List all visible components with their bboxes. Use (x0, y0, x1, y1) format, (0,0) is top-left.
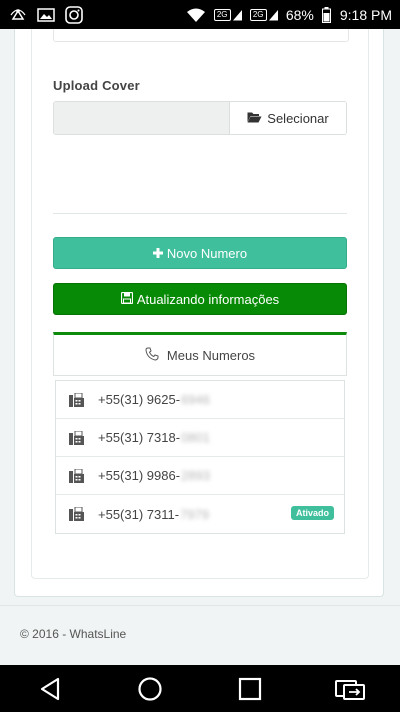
select-file-button[interactable]: Selecionar (229, 102, 346, 134)
number-list-item[interactable]: +55(31) 7311- 7979 Ativado (56, 495, 344, 533)
fax-icon (68, 392, 84, 408)
section-divider (53, 213, 347, 214)
clock: 9:18 PM (339, 6, 392, 23)
number-visible: +55(31) 7318- (98, 430, 181, 445)
number-hidden: 0801 (181, 430, 210, 445)
status-badge: Ativado (290, 506, 334, 520)
fax-icon (68, 430, 84, 446)
previous-input-field[interactable] (53, 29, 349, 42)
number-visible: +55(31) 7311- (98, 506, 180, 522)
battery-percent: 68% (285, 6, 314, 23)
fax-icon (68, 468, 84, 484)
signal-icon: 2G (249, 6, 278, 24)
wifi-icon (186, 6, 206, 24)
number-list-item[interactable]: +55(31) 9986- 2893 (56, 457, 344, 495)
navigation-bar (0, 665, 400, 712)
back-icon[interactable] (34, 673, 66, 705)
status-bar: 2G 2G 68% 9:18 PM (0, 0, 400, 29)
fax-icon (68, 506, 84, 522)
number-hidden: 6946 (181, 392, 210, 407)
form-panel: Upload Cover Selecionar Novo Numero Atua… (31, 29, 369, 579)
plus-icon (152, 246, 163, 261)
new-number-button[interactable]: Novo Numero (53, 237, 347, 269)
wifi-hotspot-icon (8, 6, 28, 24)
instagram-icon (64, 5, 84, 24)
upload-cover-label: Upload Cover (53, 78, 140, 93)
page-content: Upload Cover Selecionar Novo Numero Atua… (0, 29, 400, 665)
phone-handset-icon (145, 347, 159, 364)
my-numbers-header: Meus Numeros (53, 332, 347, 376)
my-numbers-title: Meus Numeros (166, 347, 256, 363)
battery-icon (322, 6, 332, 24)
status-left-icons (8, 5, 84, 24)
folder-open-icon (247, 111, 262, 126)
upload-cover-group: Selecionar (53, 101, 347, 135)
number-list-item[interactable]: +55(31) 9625- 6946 (56, 381, 344, 419)
select-file-label: Selecionar (267, 110, 329, 126)
upload-cover-input[interactable] (54, 102, 229, 134)
number-hidden: 2893 (181, 468, 210, 483)
update-info-button[interactable]: Atualizando informações (53, 283, 347, 315)
numbers-list: +55(31) 9625- 6946 +55(31) 7318- 0801 +55(… (55, 380, 345, 534)
number-visible: +55(31) 9986- (98, 468, 181, 483)
outer-panel: Upload Cover Selecionar Novo Numero Atua… (14, 29, 384, 597)
status-right-icons: 2G 2G 68% 9:18 PM (186, 6, 392, 24)
save-icon (120, 291, 133, 307)
home-icon[interactable] (134, 673, 166, 705)
image-icon (36, 6, 56, 24)
recents-icon[interactable] (234, 673, 266, 705)
my-numbers-card: Meus Numeros +55(31) 9625- 6946 +55(31) 7… (53, 332, 347, 537)
new-number-label: Novo Numero (166, 245, 248, 261)
footer-copyright: © 2016 - WhatsLine (20, 627, 127, 641)
screen-mirror-icon[interactable] (334, 673, 366, 705)
update-info-label: Atualizando informações (136, 291, 280, 307)
signal-icon: 2G (213, 6, 242, 24)
number-visible: +55(31) 9625- (98, 392, 181, 407)
footer-divider (0, 605, 400, 606)
number-hidden: 7979 (180, 506, 209, 522)
number-list-item[interactable]: +55(31) 7318- 0801 (56, 419, 344, 457)
